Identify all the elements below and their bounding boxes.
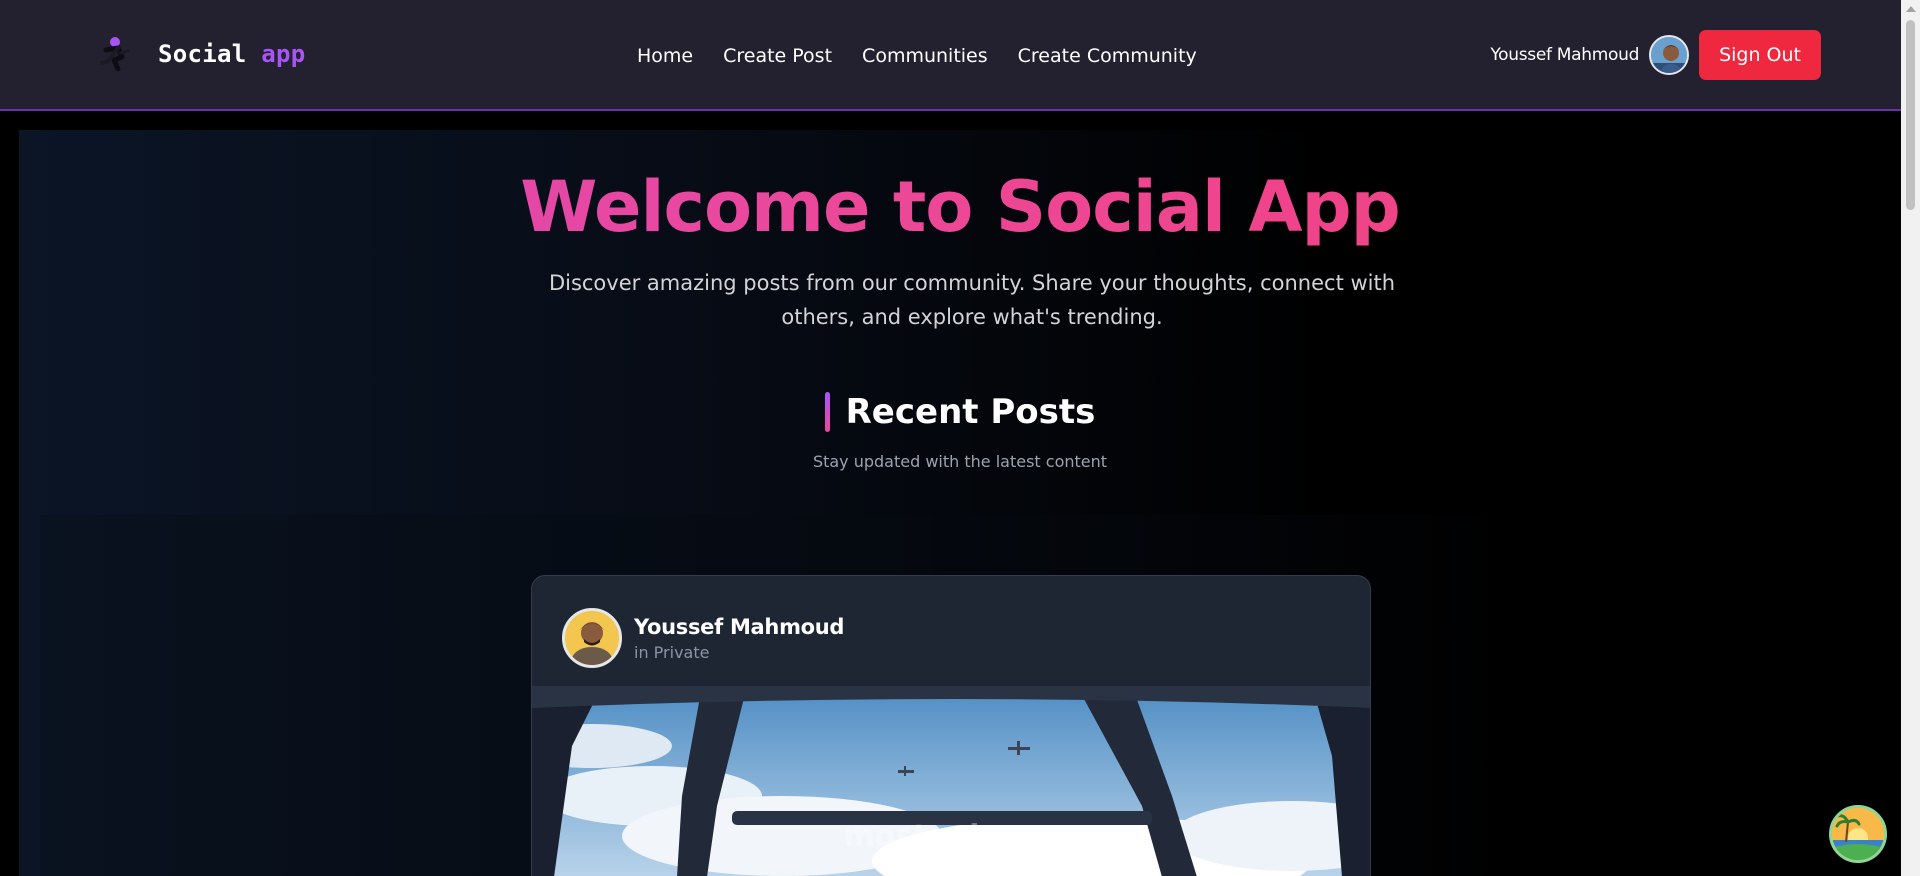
nav-link-communities[interactable]: Communities xyxy=(862,45,988,67)
page-scrollbar[interactable] xyxy=(1901,0,1920,876)
main-nav: Home Create Post Communities Create Comm… xyxy=(637,0,1227,111)
image-watermark: mostaql.com xyxy=(843,819,1060,854)
brand[interactable]: Social app xyxy=(98,34,306,74)
nav-link-create-post[interactable]: Create Post xyxy=(723,45,832,67)
section-accent-bar xyxy=(824,392,830,432)
user-area: Youssef Mahmoud Sign Out xyxy=(1490,29,1821,81)
current-user-name[interactable]: Youssef Mahmoud xyxy=(1490,45,1639,65)
sign-out-button[interactable]: Sign Out xyxy=(1699,30,1821,80)
cockpit-sky-image: mostaql.com xyxy=(532,686,1370,876)
floating-badge-button[interactable] xyxy=(1829,805,1887,863)
brand-name-primary: Social xyxy=(158,40,247,68)
section-title: Recent Posts xyxy=(845,392,1096,432)
user-photo-icon xyxy=(1651,37,1688,73)
nav-link-home[interactable]: Home xyxy=(637,45,693,67)
brand-name-accent: app xyxy=(261,40,306,68)
scroll-up-icon[interactable] xyxy=(1906,6,1916,12)
author-photo-icon xyxy=(565,611,619,665)
hero-subtitle: Discover amazing posts from our communit… xyxy=(548,271,1396,329)
post-author-name[interactable]: Youssef Mahmoud xyxy=(634,615,844,639)
post-header: Youssef Mahmoud in Private xyxy=(562,608,844,668)
beach-sunset-icon xyxy=(1832,808,1884,860)
hero-title: Welcome to Social App xyxy=(19,166,1901,248)
nav-link-create-community[interactable]: Create Community xyxy=(1018,45,1197,67)
user-avatar[interactable] xyxy=(1649,35,1690,75)
brand-name: Social app xyxy=(158,40,306,68)
post-author-avatar[interactable] xyxy=(562,608,622,668)
post-card[interactable]: Youssef Mahmoud in Private mostaql.com xyxy=(531,575,1371,876)
post-image[interactable]: mostaql.com xyxy=(532,686,1370,876)
top-navbar: Social app Home Create Post Communities … xyxy=(0,0,1901,111)
post-meta: Youssef Mahmoud in Private xyxy=(634,615,844,662)
scrollbar-thumb[interactable] xyxy=(1906,20,1915,210)
post-community[interactable]: in Private xyxy=(634,643,844,662)
runner-logo-icon xyxy=(100,37,130,72)
section-heading: Recent Posts xyxy=(19,392,1901,432)
section-subtitle: Stay updated with the latest content xyxy=(812,452,1108,471)
